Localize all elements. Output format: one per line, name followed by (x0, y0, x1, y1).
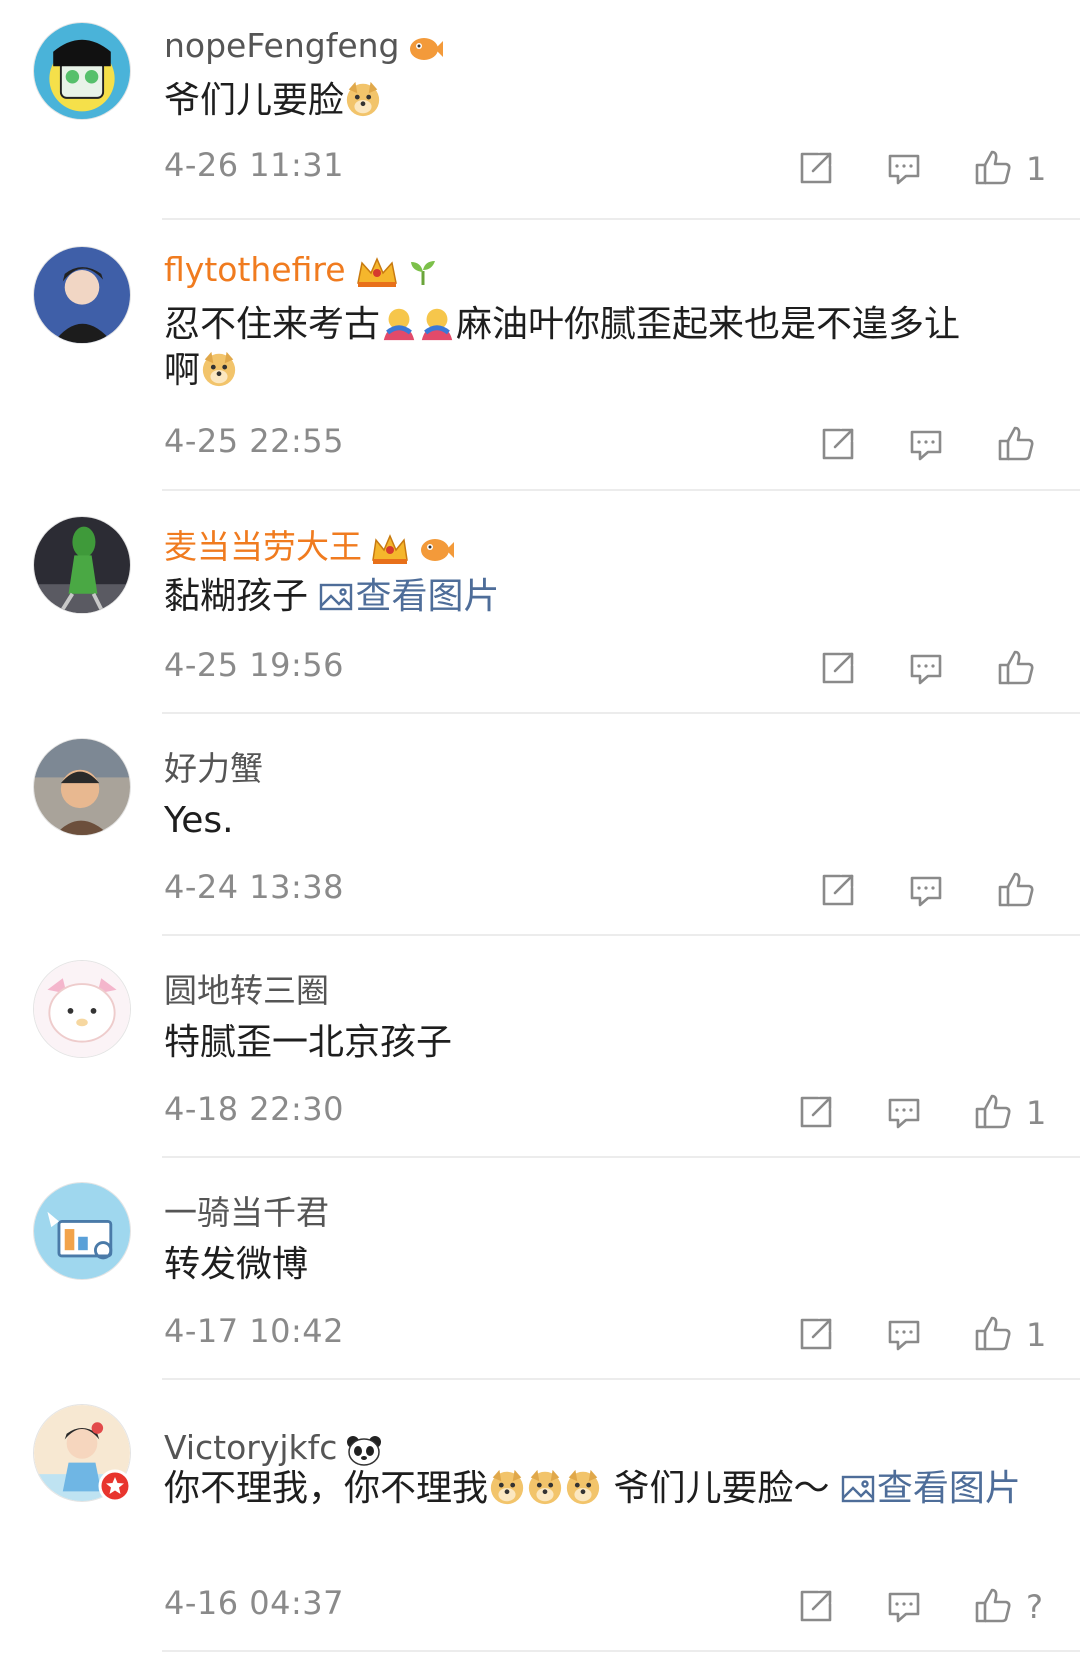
username[interactable]: 好力蟹 (164, 742, 263, 790)
comment-icon[interactable] (906, 648, 946, 688)
avatar[interactable] (33, 1404, 132, 1503)
username[interactable]: 圆地转三圈 (164, 964, 329, 1012)
hug-emoji (380, 304, 418, 342)
comment-text: 爷们儿要脸 (164, 78, 1040, 124)
doge-emoji (564, 1468, 602, 1506)
username[interactable]: Victoryjkfc (164, 1428, 383, 1467)
divider (162, 1650, 1080, 1652)
username[interactable]: nopeFengfeng (164, 26, 444, 65)
image-icon (319, 578, 353, 611)
like-icon[interactable] (973, 1314, 1013, 1354)
crown-badge-icon (370, 532, 410, 566)
username[interactable]: 麦当当劳大王 (164, 520, 454, 568)
doge-emoji (200, 350, 238, 388)
image-icon (841, 1470, 875, 1503)
share-icon[interactable] (796, 1314, 836, 1354)
comment-text: 你不理我，你不理我 爷们儿要脸～ 查看图片 (164, 1468, 1021, 1509)
timestamp: 4-18 22:30 (164, 1090, 345, 1128)
divider (162, 712, 1080, 714)
avatar[interactable] (33, 22, 131, 120)
crown-badge-icon (354, 255, 400, 289)
fish-badge-icon (407, 33, 444, 63)
avatar[interactable] (33, 960, 131, 1058)
comment-icon[interactable] (884, 148, 924, 188)
share-icon[interactable] (818, 870, 858, 910)
divider (162, 934, 1080, 936)
doge-emoji (526, 1468, 564, 1506)
divider (162, 1378, 1080, 1380)
divider (162, 1156, 1080, 1158)
comment-icon[interactable] (884, 1092, 924, 1132)
avatar[interactable] (33, 738, 131, 836)
comment-text: 忍不住来考古 麻油叶你腻歪起来也是不遑多让啊 (164, 304, 961, 391)
comment-icon[interactable] (906, 870, 946, 910)
timestamp: 4-17 10:42 (164, 1312, 345, 1350)
share-icon[interactable] (818, 648, 858, 688)
comment-text: 转发微博 (164, 1244, 309, 1285)
comment-text: 特腻歪一北京孩子 (164, 1022, 453, 1063)
like-icon[interactable] (996, 870, 1036, 910)
like-icon[interactable] (973, 1092, 1013, 1132)
username[interactable]: flytothefire (164, 250, 438, 289)
like-icon[interactable] (996, 648, 1036, 688)
like-count: 1 (1026, 1094, 1047, 1132)
share-icon[interactable] (796, 148, 836, 188)
view-image-link[interactable]: 查看图片 (319, 576, 499, 617)
share-icon[interactable] (796, 1586, 836, 1626)
hug-emoji (418, 304, 456, 342)
like-count: 1 (1026, 150, 1047, 188)
verified-badge-icon (98, 1469, 132, 1503)
timestamp: 4-26 11:31 (164, 146, 345, 184)
panda-badge-icon (345, 1434, 383, 1466)
avatar[interactable] (33, 516, 131, 614)
sprout-badge-icon (408, 257, 438, 287)
comment-icon[interactable] (906, 424, 946, 464)
share-icon[interactable] (818, 424, 858, 464)
like-icon[interactable] (996, 424, 1036, 464)
username[interactable]: 一骑当千君 (164, 1186, 329, 1234)
timestamp: 4-24 13:38 (164, 868, 345, 906)
divider (162, 218, 1080, 220)
timestamp: 4-25 19:56 (164, 646, 345, 684)
timestamp: 4-25 22:55 (164, 422, 345, 460)
view-image-link[interactable]: 查看图片 (841, 1468, 1021, 1509)
like-icon[interactable] (973, 1586, 1013, 1626)
doge-emoji (344, 80, 382, 118)
share-icon[interactable] (796, 1092, 836, 1132)
comment-text: Yes. (164, 800, 234, 841)
comment-icon[interactable] (884, 1314, 924, 1354)
comment-icon[interactable] (884, 1586, 924, 1626)
avatar[interactable] (33, 246, 131, 344)
timestamp: 4-16 04:37 (164, 1584, 345, 1622)
fish-badge-icon (418, 534, 454, 564)
divider (162, 489, 1080, 491)
like-count: 1 (1026, 1316, 1047, 1354)
like-count: ? (1026, 1588, 1043, 1626)
like-icon[interactable] (973, 148, 1013, 188)
comment-text: 黏糊孩子 查看图片 (164, 576, 500, 617)
avatar[interactable] (33, 1182, 131, 1280)
doge-emoji (488, 1468, 526, 1506)
